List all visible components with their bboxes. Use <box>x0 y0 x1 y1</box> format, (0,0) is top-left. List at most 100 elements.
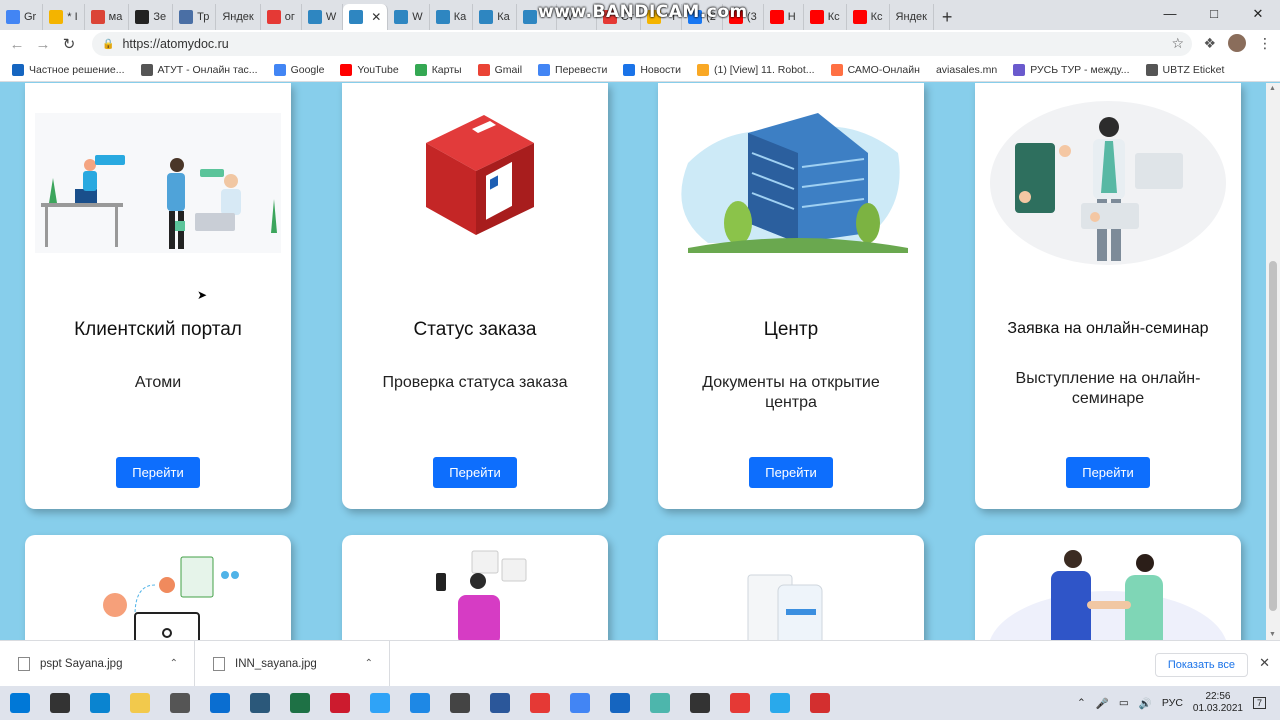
browser-tab[interactable]: W <box>302 4 344 30</box>
youtube-icon <box>769 10 784 24</box>
menu-icon[interactable]: ⋮ <box>1258 35 1272 52</box>
vk-icon[interactable] <box>240 686 280 720</box>
forward-icon[interactable]: → <box>30 36 56 53</box>
settings-icon[interactable] <box>680 686 720 720</box>
bookmark-item[interactable]: aviasales.mn <box>936 64 997 76</box>
chevron-up-icon[interactable]: ⌃ <box>1077 697 1086 709</box>
back-icon[interactable]: ← <box>4 36 30 53</box>
bookmark-item[interactable]: UBTZ Eticket <box>1145 63 1224 76</box>
browser-tab[interactable]: ✕ <box>343 4 389 30</box>
bookmark-item[interactable]: Google <box>273 63 324 76</box>
tab-label: Зе <box>153 11 167 23</box>
reload-icon[interactable]: ↻ <box>56 35 82 53</box>
browser-tab[interactable]: ма <box>85 4 130 30</box>
chevron-up-icon[interactable]: ⌃ <box>365 658 373 669</box>
yandex-browser-icon[interactable] <box>520 686 560 720</box>
mail-app-icon[interactable] <box>200 686 240 720</box>
browser-tab[interactable]: Ка <box>473 4 517 30</box>
bookmark-favicon-icon <box>340 63 353 76</box>
browser-tab[interactable]: Кс <box>847 4 890 30</box>
bookmark-item[interactable]: Карты <box>414 63 462 76</box>
browser-tab[interactable]: Тр <box>173 4 217 30</box>
explorer-icon[interactable] <box>120 686 160 720</box>
close-window-icon[interactable]: ✕ <box>1236 0 1280 28</box>
browser-tab[interactable]: Gr <box>0 4 44 30</box>
microphone-icon[interactable]: 🎤 <box>1096 697 1109 710</box>
profile-avatar[interactable] <box>1228 34 1246 52</box>
edge-icon[interactable] <box>80 686 120 720</box>
chrome-icon[interactable] <box>560 686 600 720</box>
card-title: Заявка на онлайн-семинар <box>1007 320 1209 337</box>
browser-tab[interactable]: Н <box>764 4 804 30</box>
go-button-order-status[interactable]: Перейти <box>433 457 517 488</box>
app-glyph <box>170 693 190 713</box>
scroll-down-icon[interactable]: ▼ <box>1269 631 1276 638</box>
bookmark-item[interactable]: АТУТ - Онлайн тас... <box>140 63 258 76</box>
scroll-up-icon[interactable]: ▲ <box>1269 85 1276 92</box>
bookmark-label: YouTube <box>357 63 399 76</box>
browser-tab[interactable]: Кс <box>804 4 847 30</box>
go-button-client-portal[interactable]: Перейти <box>116 457 200 488</box>
search-icon[interactable] <box>40 686 80 720</box>
remote-desktop-icon[interactable] <box>600 686 640 720</box>
bookmark-item[interactable]: Gmail <box>477 63 522 76</box>
scrollbar-thumb[interactable] <box>1269 261 1277 611</box>
volume-icon[interactable]: 🔊 <box>1139 697 1152 710</box>
excel-icon[interactable] <box>280 686 320 720</box>
chevron-up-icon[interactable]: ⌃ <box>170 658 178 669</box>
browser-tab[interactable]: Яндек <box>890 4 934 30</box>
browser-tab[interactable]: Яндек <box>216 4 261 30</box>
notifications-icon[interactable]: 7 <box>1252 697 1266 709</box>
start-icon[interactable] <box>0 686 40 720</box>
opera-icon[interactable] <box>320 686 360 720</box>
new-tab-icon[interactable]: + <box>934 4 961 30</box>
bookmark-item[interactable]: YouTube <box>340 63 399 76</box>
card-subtitle: Проверка статуса заказа <box>382 374 568 391</box>
page-scrollbar[interactable]: ▲ ▼ <box>1266 83 1280 640</box>
document-sharing-illustration <box>103 556 239 640</box>
bookmark-star-icon[interactable]: ☆ <box>1171 35 1184 52</box>
go-button-center[interactable]: Перейти <box>749 457 833 488</box>
download-item[interactable]: pspt Sayana.jpg ⌃ <box>0 640 195 687</box>
tab-label: Ка <box>453 11 467 23</box>
bookmark-label: Частное решение... <box>29 63 125 76</box>
word-icon[interactable] <box>480 686 520 720</box>
photos-icon[interactable] <box>400 686 440 720</box>
notes-icon[interactable] <box>640 686 680 720</box>
app-glyph <box>330 693 350 713</box>
extensions-icon[interactable]: ❖ <box>1203 35 1216 52</box>
record-icon[interactable] <box>800 686 840 720</box>
address-bar[interactable]: 🔒 https://atomydoc.ru ☆ <box>92 32 1192 56</box>
network-icon[interactable]: ▭ <box>1119 697 1129 709</box>
browser-tab[interactable]: W <box>388 4 430 30</box>
bookmark-item[interactable]: РУСЬ ТУР - между... <box>1013 63 1130 76</box>
browser-tab[interactable]: * I <box>43 4 85 30</box>
lock-icon[interactable]: 🔒 <box>102 39 114 50</box>
bookmark-item[interactable]: (1) [View] 11. Robot... <box>696 63 815 76</box>
telegram-icon[interactable] <box>760 686 800 720</box>
language-indicator[interactable]: РУС <box>1162 697 1183 709</box>
show-all-downloads-button[interactable]: Показать все <box>1154 653 1248 677</box>
minimize-icon[interactable]: — <box>1148 0 1192 28</box>
app-glyph <box>10 693 30 713</box>
bookmark-item[interactable]: САМО-Онлайн <box>830 63 920 76</box>
browser-tab[interactable]: Ка <box>430 4 474 30</box>
close-downloads-icon[interactable]: ✕ <box>1259 655 1270 671</box>
clock-time: 22:56 <box>1205 691 1231 702</box>
maximize-icon[interactable]: □ <box>1192 0 1236 28</box>
go-button-seminar[interactable]: Перейти <box>1066 457 1150 488</box>
bookmark-item[interactable]: Новости <box>623 63 681 76</box>
browser-tab[interactable]: ог <box>261 4 302 30</box>
photoshop-icon[interactable] <box>360 686 400 720</box>
download-item[interactable]: INN_sayana.jpg ⌃ <box>195 640 390 687</box>
clock[interactable]: 22:56 01.03.2021 <box>1193 691 1243 715</box>
browser-tab[interactable]: Зе <box>129 4 174 30</box>
url-text: https://atomydoc.ru <box>122 37 229 51</box>
app-glyph <box>250 693 270 713</box>
close-tab-icon[interactable]: ✕ <box>371 10 381 24</box>
yandex-icon[interactable] <box>720 686 760 720</box>
bookmark-item[interactable]: Перевести <box>538 63 607 76</box>
store-icon[interactable] <box>160 686 200 720</box>
bookmark-item[interactable]: Частное решение... <box>12 63 125 76</box>
calculator-icon[interactable] <box>440 686 480 720</box>
